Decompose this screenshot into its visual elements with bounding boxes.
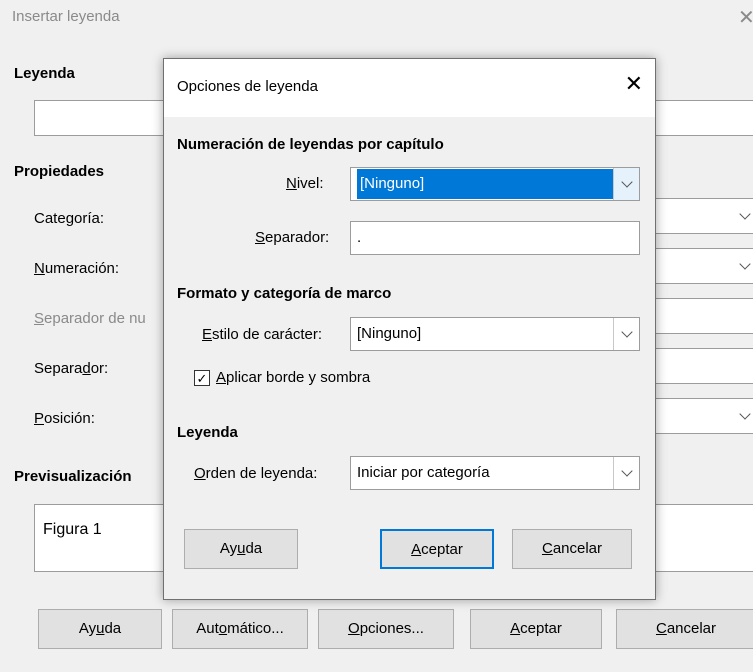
separador-label: Separador:: [255, 229, 330, 246]
apply-border-checkbox[interactable]: ✓: [194, 370, 210, 386]
chevron-down-icon: [735, 199, 753, 233]
numeracion-label: Numeración:: [34, 260, 120, 277]
auto-button[interactable]: Automático...: [172, 609, 308, 649]
section-numbering-heading: Numeración de leyendas por capítulo: [177, 136, 444, 153]
posicion-label: Posición:: [34, 410, 95, 427]
leyenda-input-right[interactable]: [654, 100, 753, 136]
apply-border-label[interactable]: Aplicar borde y sombra: [216, 369, 370, 386]
section-leyenda-heading: Leyenda: [177, 424, 238, 441]
parent-cancel-button[interactable]: Cancelar: [616, 609, 753, 649]
preview-text: Figura 1: [43, 521, 102, 538]
dialog-titlebar: Opciones de leyenda ✕: [164, 59, 655, 117]
chevron-down-icon: [613, 318, 639, 350]
parent-close-icon[interactable]: ✕: [738, 5, 753, 30]
section-frame-heading: Formato y categoría de marco: [177, 285, 392, 302]
dialog-help-button[interactable]: Ayuda: [184, 529, 298, 569]
separador-label: Separador:: [34, 360, 109, 377]
chevron-down-icon: [735, 249, 753, 283]
separador-input[interactable]: [654, 348, 753, 384]
categoria-label: Categoría:: [34, 210, 105, 227]
orden-label: Orden de leyenda:: [194, 465, 318, 482]
options-button[interactable]: Opciones...: [318, 609, 454, 649]
preview-heading: Previsualización: [14, 468, 132, 485]
leyenda-input[interactable]: [34, 100, 174, 136]
orden-value: Iniciar por categoría: [357, 464, 490, 481]
separador-input[interactable]: .: [350, 221, 640, 255]
chevron-down-icon: [735, 399, 753, 433]
dialog-title: Opciones de leyenda: [177, 78, 318, 95]
estilo-label: Estilo de carácter:: [202, 326, 323, 343]
separador-num-label: Separador de nu: [34, 310, 146, 327]
parent-help-button[interactable]: Ayuda: [38, 609, 162, 649]
leyenda-heading: Leyenda: [14, 65, 75, 82]
nivel-combo[interactable]: [Ninguno]: [350, 167, 640, 201]
propiedades-heading: Propiedades: [14, 163, 105, 180]
nivel-label: Nivel:: [286, 175, 324, 192]
nivel-value: [Ninguno]: [357, 169, 613, 199]
orden-combo[interactable]: Iniciar por categoría: [350, 456, 640, 490]
estilo-combo[interactable]: [Ninguno]: [350, 317, 640, 351]
parent-ok-button[interactable]: Aceptar: [470, 609, 602, 649]
separador-num-input[interactable]: [654, 298, 753, 334]
chevron-down-icon: [613, 168, 639, 200]
parent-title: Insertar leyenda: [12, 8, 120, 25]
dialog-ok-button[interactable]: Aceptar: [380, 529, 494, 569]
chevron-down-icon: [613, 457, 639, 489]
estilo-value: [Ninguno]: [357, 325, 422, 342]
options-dialog: Opciones de leyenda ✕ Numeración de leye…: [163, 58, 656, 600]
dialog-cancel-button[interactable]: Cancelar: [512, 529, 632, 569]
close-icon[interactable]: ✕: [625, 73, 643, 95]
